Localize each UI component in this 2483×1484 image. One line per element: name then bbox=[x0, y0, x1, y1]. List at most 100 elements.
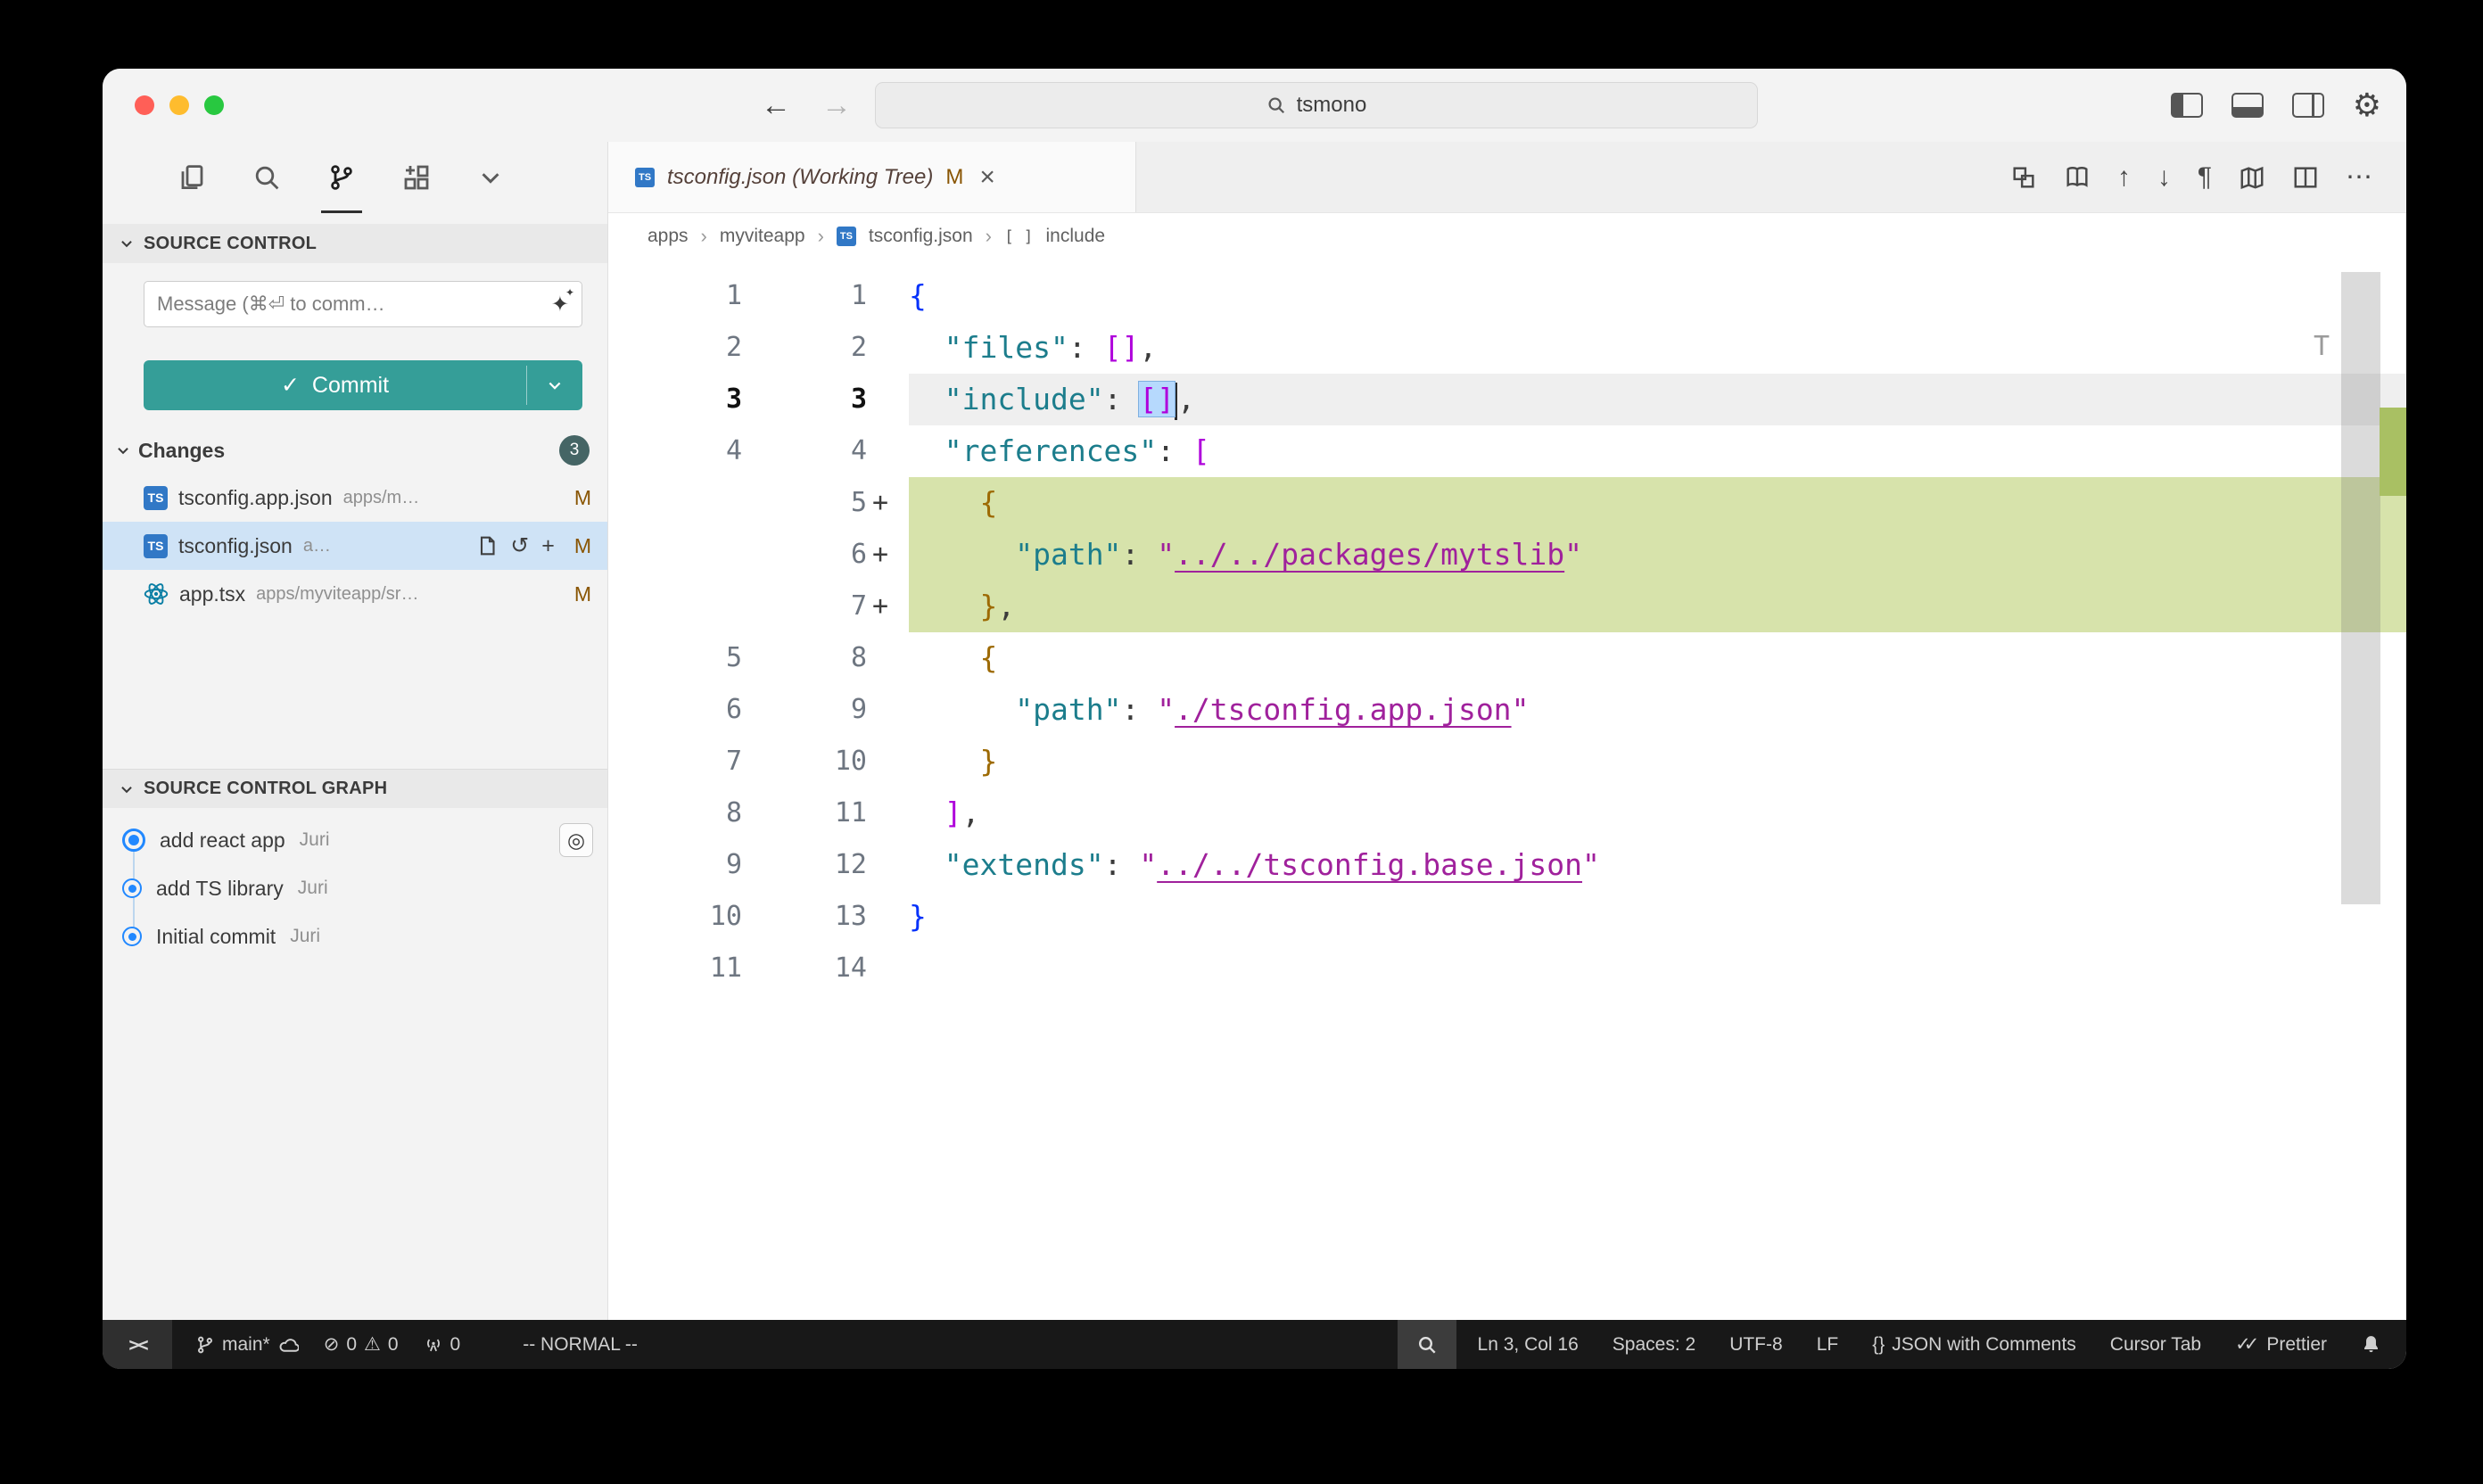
code-text[interactable]: }, bbox=[909, 581, 2406, 632]
compare-changes-icon[interactable] bbox=[2010, 164, 2037, 191]
new-line-number[interactable]: 5 bbox=[742, 477, 867, 529]
new-line-number[interactable]: 14 bbox=[742, 943, 867, 994]
open-preview-icon[interactable] bbox=[2064, 164, 2091, 191]
indentation-indicator[interactable]: Spaces: 2 bbox=[1613, 1334, 1695, 1356]
toggle-secondary-sidebar-icon[interactable] bbox=[2292, 93, 2324, 118]
zoom-indicator[interactable] bbox=[1398, 1320, 1456, 1369]
old-line-number[interactable]: 7 bbox=[608, 736, 742, 787]
commit-row[interactable]: add react app Juri ◎ bbox=[103, 816, 607, 864]
scm-file-row[interactable]: app.tsx apps/myviteapp/sr… M bbox=[103, 570, 607, 618]
new-line-number[interactable]: 2 bbox=[742, 322, 867, 374]
sparkle-icon[interactable]: ✦✦ bbox=[551, 292, 569, 317]
command-center-search[interactable]: tsmono bbox=[875, 82, 1758, 128]
code-text[interactable]: "include": [], bbox=[909, 374, 2406, 425]
old-line-number[interactable]: 9 bbox=[608, 839, 742, 891]
split-editor-icon[interactable] bbox=[2292, 164, 2319, 191]
code-text[interactable] bbox=[909, 943, 2406, 994]
code-text[interactable]: } bbox=[909, 736, 2406, 787]
additional-views-chevron-icon[interactable] bbox=[477, 142, 504, 213]
code-line[interactable]: 710 } bbox=[608, 736, 2406, 787]
commit-dropdown-button[interactable] bbox=[527, 360, 582, 410]
cursor-tab-indicator[interactable]: Cursor Tab bbox=[2110, 1334, 2201, 1356]
code-line[interactable]: 5+ { bbox=[608, 477, 2406, 529]
code-line[interactable]: 69 "path": "./tsconfig.app.json" bbox=[608, 684, 2406, 736]
new-line-number[interactable]: 9 bbox=[742, 684, 867, 736]
ports-indicator[interactable]: 0 bbox=[424, 1334, 461, 1356]
scm-file-row[interactable]: TS tsconfig.app.json apps/m… M bbox=[103, 474, 607, 522]
code-line[interactable]: 811 ], bbox=[608, 787, 2406, 839]
code-line[interactable]: 912 "extends": "../../tsconfig.base.json… bbox=[608, 839, 2406, 891]
old-line-number[interactable] bbox=[608, 581, 742, 632]
vim-mode-indicator[interactable]: -- NORMAL -- bbox=[523, 1334, 638, 1356]
commit-button[interactable]: ✓ Commit bbox=[144, 360, 582, 410]
problems-indicator[interactable]: ⊘ 0 ⚠ 0 bbox=[324, 1333, 399, 1356]
old-line-number[interactable] bbox=[608, 477, 742, 529]
new-line-number[interactable]: 13 bbox=[742, 891, 867, 943]
old-line-number[interactable]: 2 bbox=[608, 322, 742, 374]
breadcrumb-item-symbol[interactable]: include bbox=[1046, 226, 1106, 247]
new-line-number[interactable]: 4 bbox=[742, 425, 867, 477]
code-text[interactable]: { bbox=[909, 270, 2406, 322]
code-line[interactable]: 1114 bbox=[608, 943, 2406, 994]
discard-changes-icon[interactable]: ↺ bbox=[510, 532, 529, 559]
formatter-indicator[interactable]: ✓✓ Prettier bbox=[2235, 1333, 2327, 1356]
code-line[interactable]: 1013} bbox=[608, 891, 2406, 943]
encoding-indicator[interactable]: UTF-8 bbox=[1729, 1334, 1783, 1356]
code-text[interactable]: { bbox=[909, 477, 2406, 529]
code-text[interactable]: { bbox=[909, 632, 2406, 684]
new-line-number[interactable]: 1 bbox=[742, 270, 867, 322]
new-line-number[interactable]: 12 bbox=[742, 839, 867, 891]
commit-message-input[interactable]: Message (⌘⏎ to comm… ✦✦ bbox=[144, 281, 582, 327]
old-line-number[interactable]: 10 bbox=[608, 891, 742, 943]
navigate-forward-icon[interactable]: → bbox=[821, 88, 852, 123]
explorer-icon[interactable] bbox=[177, 142, 206, 213]
new-line-number[interactable]: 3 bbox=[742, 374, 867, 425]
close-window-button[interactable] bbox=[135, 95, 154, 115]
commit-row[interactable]: add TS library Juri bbox=[103, 864, 607, 912]
code-text[interactable]: "files": [], bbox=[909, 322, 2406, 374]
tab-tsconfig-working-tree[interactable]: TS tsconfig.json (Working Tree) M × bbox=[608, 142, 1136, 212]
new-line-number[interactable]: 8 bbox=[742, 632, 867, 684]
code-text[interactable]: } bbox=[909, 891, 2406, 943]
source-control-graph-header[interactable]: SOURCE CONTROL GRAPH bbox=[103, 769, 607, 808]
language-mode-indicator[interactable]: {} JSON with Comments bbox=[1872, 1334, 2076, 1356]
new-line-number[interactable]: 7 bbox=[742, 581, 867, 632]
commit-row[interactable]: Initial commit Juri bbox=[103, 912, 607, 960]
code-line[interactable]: 7+ }, bbox=[608, 581, 2406, 632]
code-text[interactable]: "path": "../../packages/mytslib" bbox=[909, 529, 2406, 581]
new-line-number[interactable]: 10 bbox=[742, 736, 867, 787]
code-line[interactable]: 22 "files": [], bbox=[608, 322, 2406, 374]
old-line-number[interactable]: 8 bbox=[608, 787, 742, 839]
source-control-section-header[interactable]: SOURCE CONTROL bbox=[103, 224, 607, 263]
more-actions-icon[interactable]: ⋯ bbox=[2346, 164, 2372, 191]
breadcrumb-item-apps[interactable]: apps bbox=[648, 226, 689, 247]
eol-indicator[interactable]: LF bbox=[1817, 1334, 1839, 1356]
toggle-primary-sidebar-icon[interactable] bbox=[2171, 93, 2203, 118]
extensions-icon[interactable] bbox=[402, 142, 431, 213]
old-line-number[interactable]: 6 bbox=[608, 684, 742, 736]
code-text[interactable]: "path": "./tsconfig.app.json" bbox=[909, 684, 2406, 736]
whitespace-icon[interactable]: ¶ bbox=[2198, 164, 2212, 191]
changes-tree-header[interactable]: Changes 3 bbox=[103, 427, 607, 474]
checkout-target-icon[interactable]: ◎ bbox=[559, 823, 593, 857]
scm-file-row-selected[interactable]: TS tsconfig.json a… ↺ + M bbox=[103, 522, 607, 570]
code-text[interactable]: "extends": "../../tsconfig.base.json" bbox=[909, 839, 2406, 891]
search-view-icon[interactable] bbox=[252, 142, 281, 213]
branch-indicator[interactable]: main* bbox=[195, 1334, 299, 1356]
previous-change-icon[interactable]: ↑ bbox=[2117, 164, 2131, 191]
code-text[interactable]: ], bbox=[909, 787, 2406, 839]
new-line-number[interactable]: 6 bbox=[742, 529, 867, 581]
breadcrumb-item-myviteapp[interactable]: myviteapp bbox=[720, 226, 805, 247]
source-control-icon[interactable] bbox=[327, 142, 356, 213]
code-text[interactable]: "references": [ bbox=[909, 425, 2406, 477]
stage-changes-icon[interactable]: + bbox=[541, 533, 555, 559]
code-line[interactable]: 33 "include": [], bbox=[608, 374, 2406, 425]
close-tab-icon[interactable]: × bbox=[979, 162, 995, 193]
maximize-window-button[interactable] bbox=[204, 95, 224, 115]
code-line[interactable]: 44 "references": [ bbox=[608, 425, 2406, 477]
map-icon[interactable] bbox=[2239, 164, 2265, 191]
toggle-panel-icon[interactable] bbox=[2231, 93, 2264, 118]
old-line-number[interactable]: 4 bbox=[608, 425, 742, 477]
old-line-number[interactable]: 3 bbox=[608, 374, 742, 425]
next-change-icon[interactable]: ↓ bbox=[2157, 164, 2171, 191]
